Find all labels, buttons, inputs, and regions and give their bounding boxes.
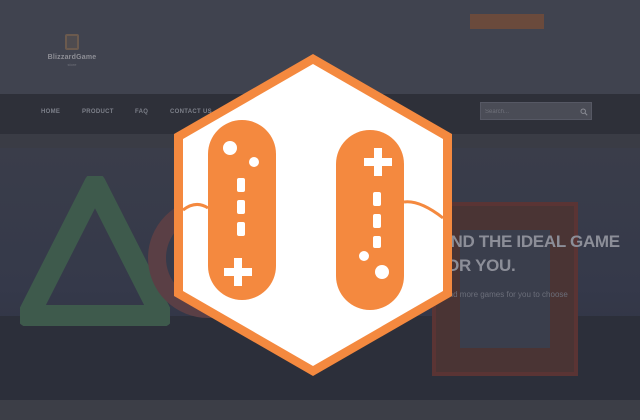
logo-tagline: store (67, 62, 77, 67)
search-icon[interactable] (580, 108, 588, 116)
nav-item-product[interactable]: PRODUCT (82, 109, 114, 115)
gamepad-loader-icon (174, 54, 452, 376)
nav-item-faq[interactable]: FAQ (135, 109, 148, 115)
search-input[interactable] (485, 106, 575, 117)
logo-icon (65, 34, 79, 50)
site-logo[interactable]: BlizzardGame store (46, 34, 98, 74)
nav-item-home[interactable]: HOME (41, 109, 60, 115)
footer-strip (0, 400, 640, 420)
hero-subtitle: Find more games for you to choose (442, 290, 568, 299)
topbar-button[interactable] (470, 14, 544, 29)
hero-title: FIND THE IDEAL GAME FOR YOU. (436, 232, 620, 275)
logo-name: BlizzardGame (47, 54, 97, 61)
search-box (480, 102, 592, 120)
game-store-page: BlizzardGame store HOME PRODUCT FAQ CONT… (0, 0, 640, 420)
